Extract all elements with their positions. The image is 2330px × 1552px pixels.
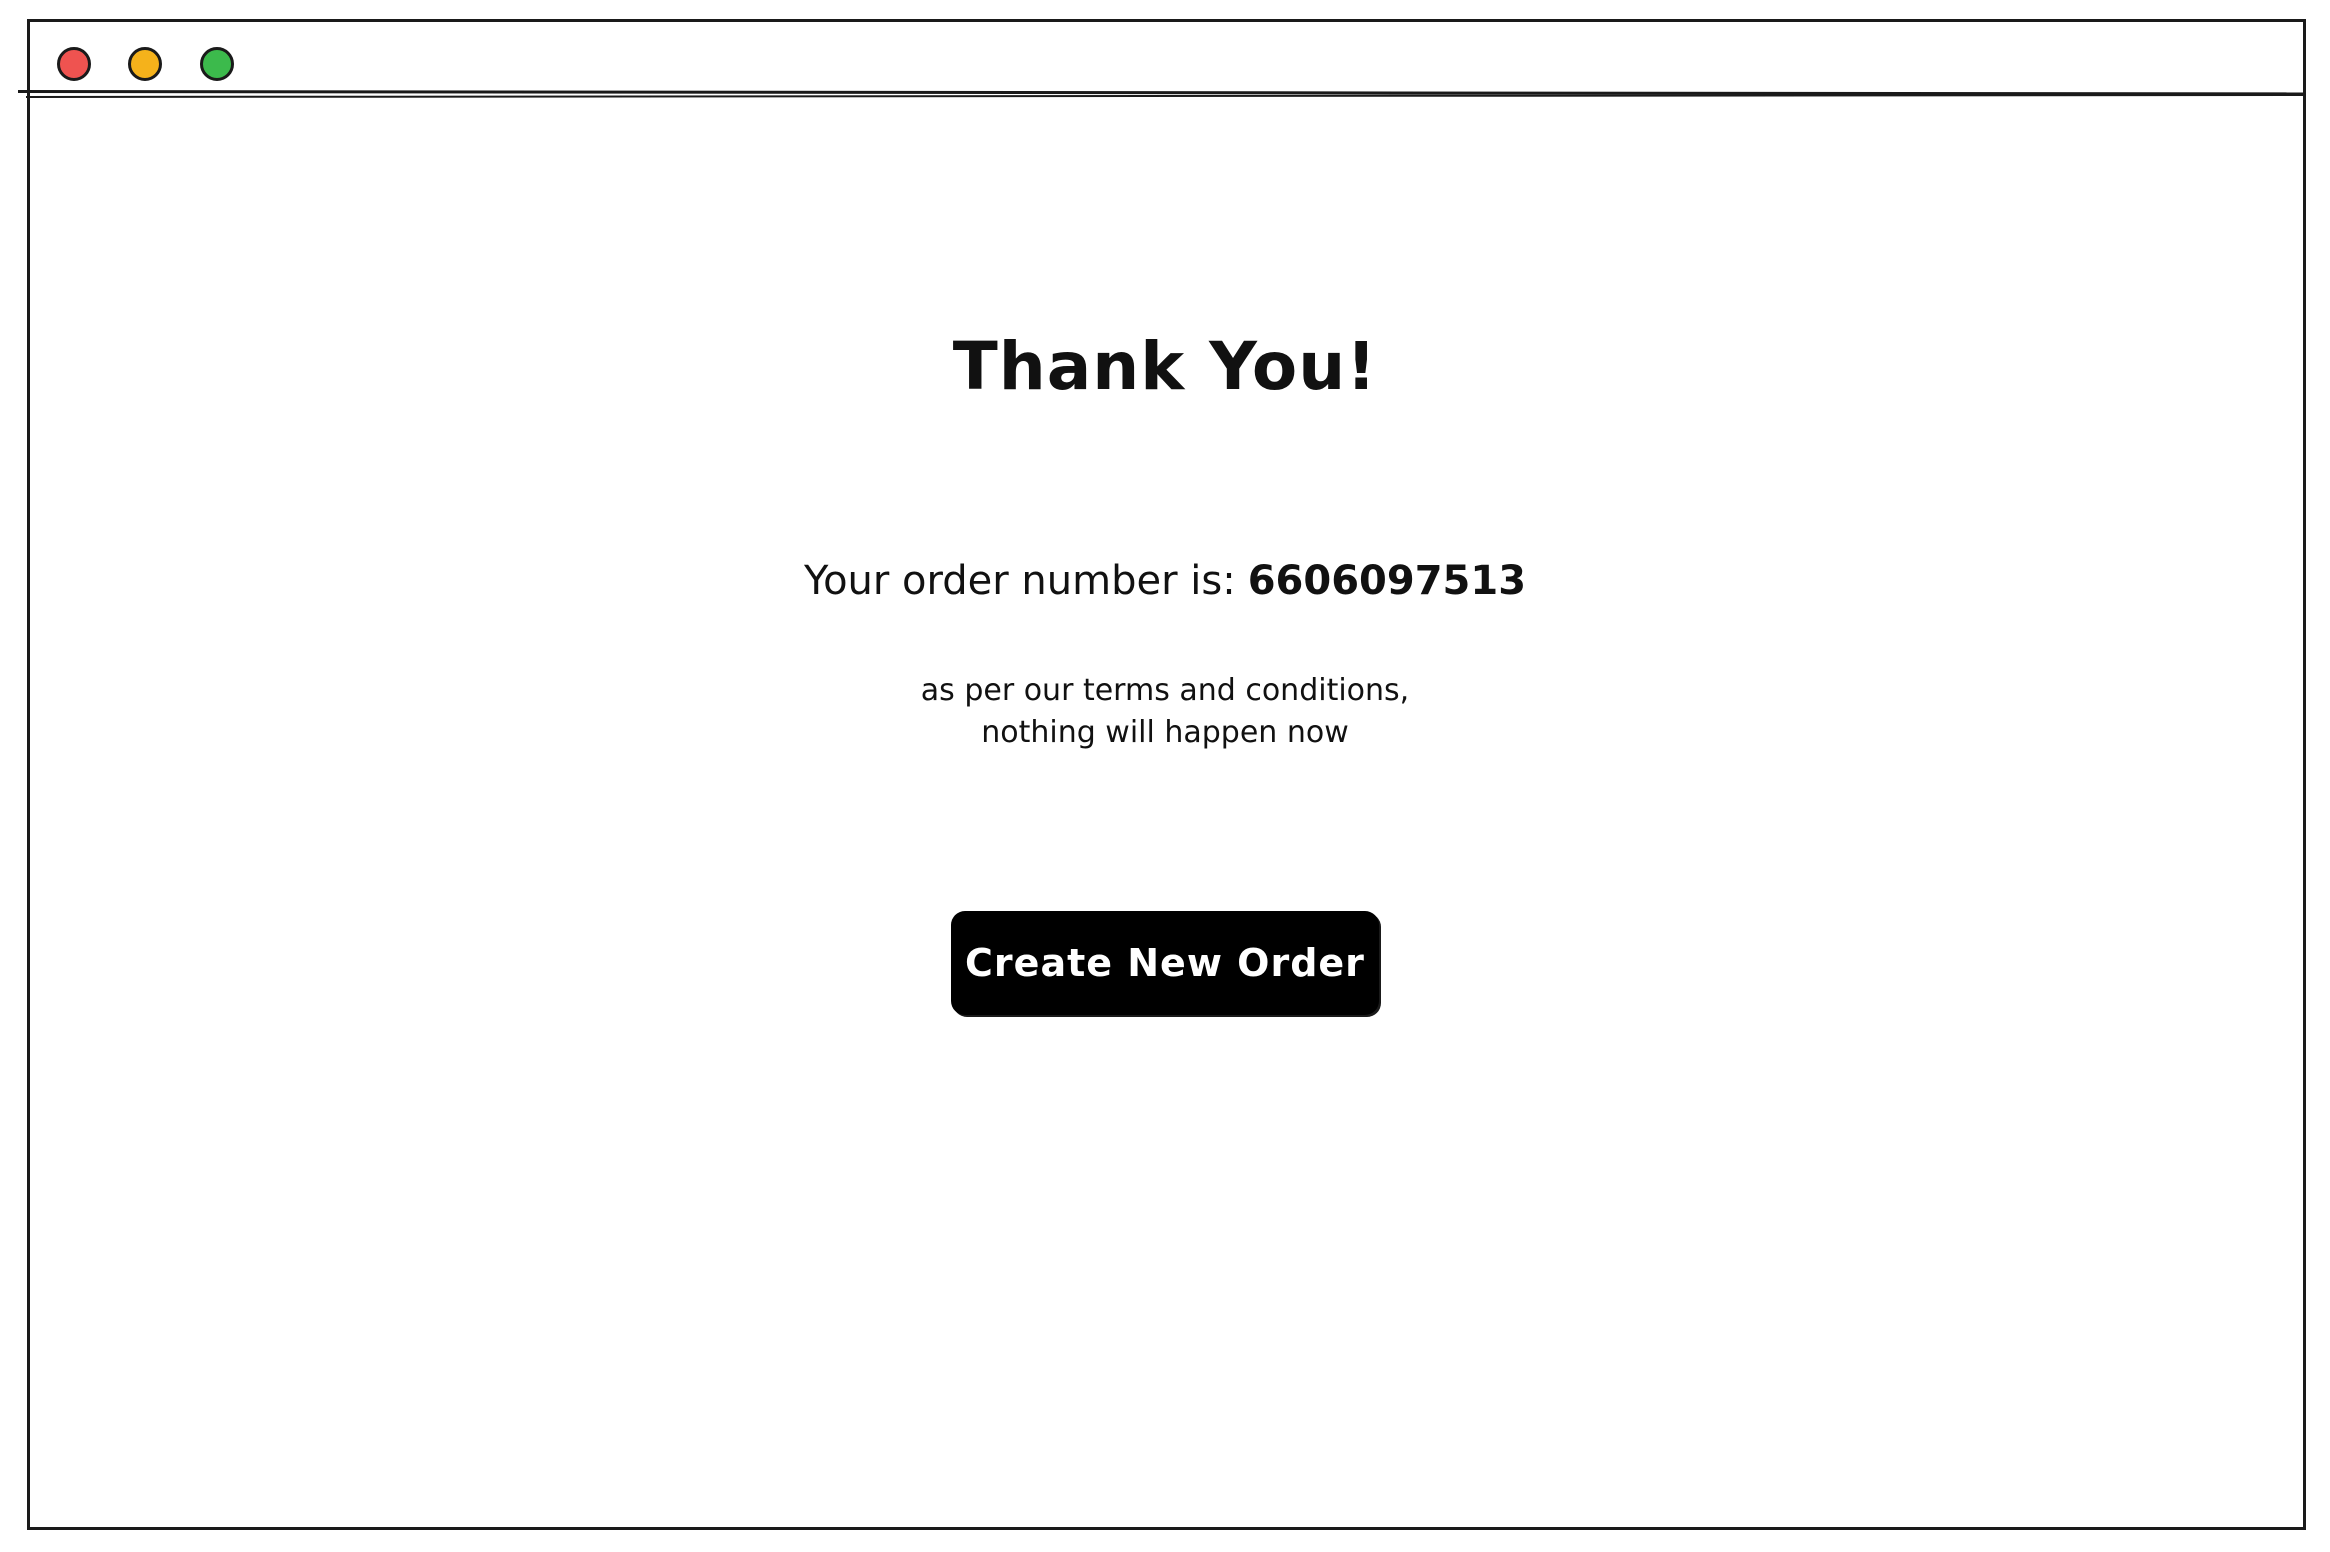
terms-note-line-2: nothing will happen now (981, 715, 1349, 750)
create-new-order-button[interactable]: Create New Order (951, 911, 1379, 1015)
order-number-label: Your order number is: (803, 558, 1236, 604)
order-number-line: Your order number is: 6606097513 (0, 558, 2330, 604)
page-title: Thank You! (952, 328, 1378, 405)
confirmation-page: Thank You! Your order number is: 66060975… (0, 0, 2330, 1552)
terms-note-line-1: as per our terms and conditions, (920, 673, 1410, 708)
order-number-value: 6606097513 (1247, 558, 1527, 604)
terms-note: as per our terms and conditions, nothing… (0, 670, 2330, 754)
